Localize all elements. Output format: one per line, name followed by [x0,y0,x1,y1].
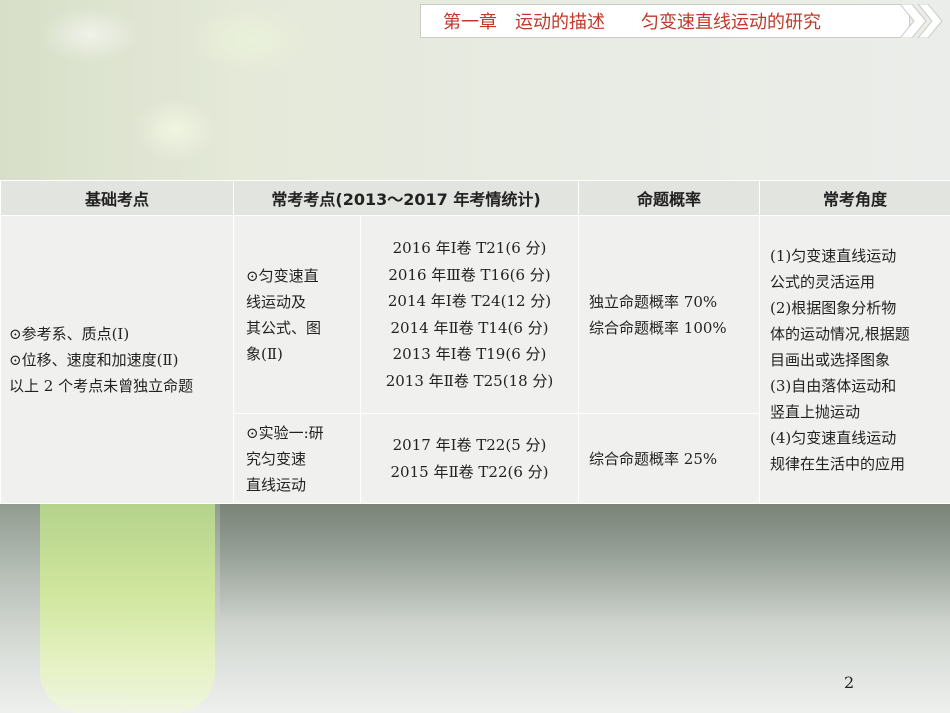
common-point-cell: ⊙匀变速直 线运动及 其公式、图 象(Ⅱ) [233,215,361,414]
chapter-header: 第一章 运动的描述 匀变速直线运动的研究 [420,4,910,38]
header-common: 常考考点(2013～2017 年考情统计) [232,180,580,216]
angles-cell: (1)匀变速直线运动 公式的灵活运用 (2)根据图象分析物 体的运动情况,根据题… [759,215,950,504]
chevron-right-icon [900,4,946,38]
table-header-row: 基础考点 常考考点(2013～2017 年考情统计) 命题概率 常考角度 [0,180,950,216]
probability-cell: 综合命题概率 25% [578,413,761,504]
basic-points-cell: ⊙参考系、质点(Ⅰ) ⊙位移、速度和加速度(Ⅱ) 以上 2 个考点未曾独立命题 [0,215,234,504]
header-angle: 常考角度 [759,180,950,216]
header-basic: 基础考点 [0,180,234,216]
chapter-title: 第一章 运动的描述 匀变速直线运动的研究 [443,12,821,33]
decorative-vase-image [40,500,215,713]
exam-years-cell: 2016 年Ⅰ卷 T21(6 分) 2016 年Ⅲ卷 T16(6 分) 2014… [359,215,580,414]
probability-cell: 独立命题概率 70% 综合命题概率 100% [578,215,761,414]
background-bottom [0,500,950,713]
table-row: ⊙参考系、质点(Ⅰ) ⊙位移、速度和加速度(Ⅱ) 以上 2 个考点未曾独立命题 … [0,215,950,504]
exam-years-cell: 2017 年Ⅰ卷 T22(5 分) 2015 年Ⅱ卷 T22(6 分) [359,413,580,504]
page-number: 2 [844,673,855,692]
header-probability: 命题概率 [578,180,761,216]
exam-points-table: 基础考点 常考考点(2013～2017 年考情统计) 命题概率 常考角度 ⊙参考… [0,180,950,504]
common-point-cell: ⊙实验一:研 究匀变速 直线运动 [233,413,361,504]
decorative-shade [220,500,950,620]
